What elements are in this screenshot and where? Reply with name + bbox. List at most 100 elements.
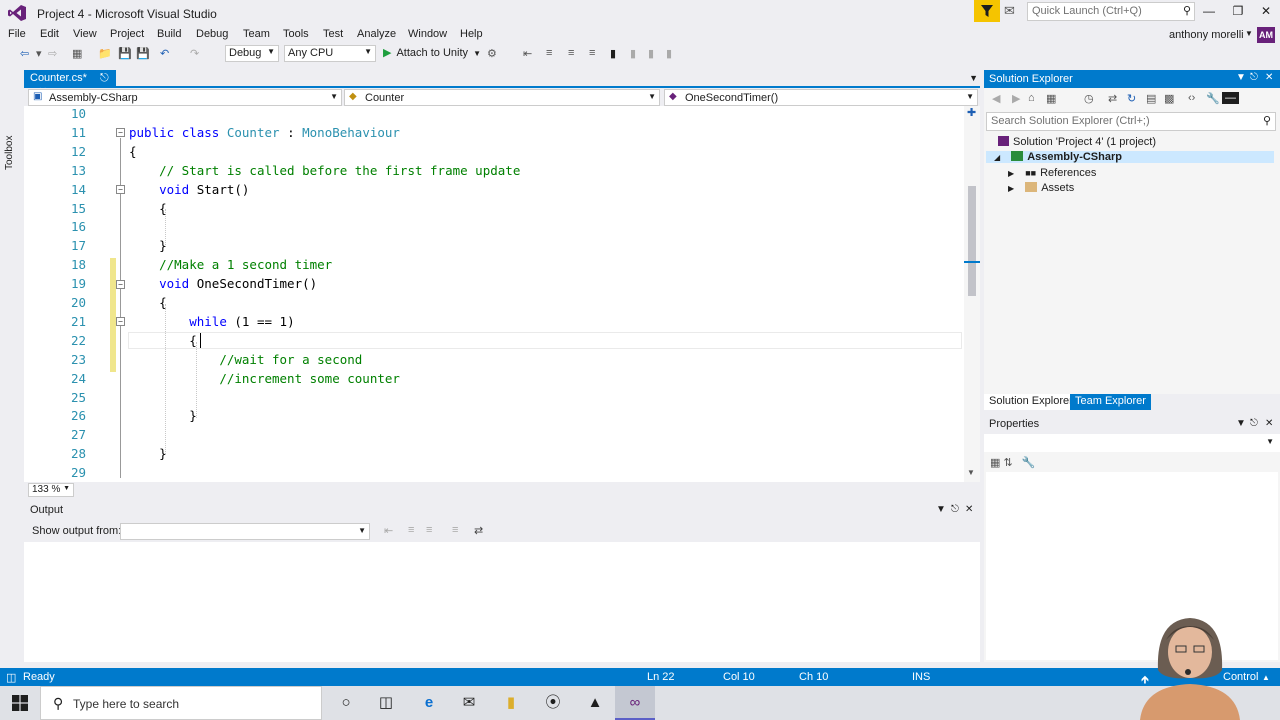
code-line[interactable]: { [129, 144, 137, 159]
forward-icon[interactable]: ⇨ [48, 47, 57, 60]
tree-project-assembly-csharp[interactable]: ◢ Assembly-CSharp [986, 151, 1274, 163]
collapse-icon[interactable]: − [116, 280, 125, 289]
code-line[interactable]: while (1 == 1) [129, 314, 294, 329]
new-project-icon[interactable]: ▦ [72, 47, 82, 60]
solution-search-input[interactable]: Search Solution Explorer (Ctrl+;) ⚲ [986, 112, 1276, 131]
tree-solution[interactable]: Solution 'Project 4' (1 project) [998, 136, 1156, 148]
chrome-icon[interactable]: ⦿ [533, 686, 573, 720]
output-close-icon[interactable]: ✕ [965, 504, 973, 515]
sync-icon[interactable]: ⇄ [1108, 92, 1117, 105]
back-icon[interactable]: ⇦ [20, 47, 29, 60]
feedback-icon[interactable]: ✉ [1004, 3, 1024, 21]
next-message-icon[interactable]: ≡ [426, 524, 432, 536]
collapse-icon[interactable]: − [116, 185, 125, 194]
se-close-icon[interactable]: ✕ [1265, 72, 1273, 83]
scrollbar-thumb[interactable] [968, 186, 976, 296]
menu-test[interactable]: Test [323, 28, 343, 40]
forward-icon[interactable]: ▶ [1012, 92, 1020, 105]
output-source-select[interactable]: ▼ [120, 523, 370, 540]
word-wrap-icon[interactable]: ⇄ [474, 524, 483, 537]
view-code-icon[interactable]: ‹› [1188, 92, 1195, 104]
windows-start-icon[interactable] [12, 695, 28, 711]
clear-bookmarks-icon[interactable]: ▮ [666, 47, 672, 60]
props-pin-icon[interactable]: ⎋ [1250, 418, 1258, 429]
refresh-icon[interactable]: ↻ [1127, 92, 1136, 105]
split-icon[interactable]: ✚ [967, 106, 976, 119]
tab-list-chevron-icon[interactable]: ▼ [969, 73, 978, 83]
find-message-icon[interactable]: ⇤ [384, 524, 393, 537]
menu-edit[interactable]: Edit [40, 28, 59, 40]
code-line[interactable]: public class Counter : MonoBehaviour [129, 125, 400, 140]
history-icon[interactable]: ◷ [1084, 92, 1094, 105]
notifications-filter-icon[interactable] [974, 0, 1000, 22]
attach-to-unity-button[interactable]: ▶ Attach to Unity ▼ [383, 46, 481, 59]
restore-button[interactable]: ❐ [1228, 4, 1248, 20]
categorized-icon[interactable]: ▦ [990, 457, 1000, 469]
prev-bookmark-icon[interactable]: ▮ [630, 47, 636, 60]
code-line[interactable]: } [129, 408, 197, 423]
clear-all-icon[interactable]: ≡ [452, 524, 458, 536]
configuration-select[interactable]: Debug ▼ [225, 45, 279, 62]
property-pages-wrench-icon[interactable]: 🔧 [1022, 457, 1036, 469]
undo-icon[interactable]: ↶ [160, 47, 169, 60]
zoom-select[interactable]: 133 % ▼ [28, 483, 74, 497]
code-line[interactable]: void Start() [129, 182, 249, 197]
se-menu-chevron-icon[interactable]: ▼ [1236, 72, 1246, 83]
code-line[interactable]: { [129, 333, 197, 348]
file-explorer-icon[interactable]: ▮ [491, 686, 531, 720]
code-line[interactable]: //wait for a second [129, 352, 362, 367]
menu-help[interactable]: Help [460, 28, 483, 40]
preview-selected-icon[interactable]: — [1222, 92, 1239, 104]
source-control-up-icon[interactable]: ▲ [1262, 673, 1270, 682]
collapsed-arrow-icon[interactable]: ▶ [1008, 169, 1014, 178]
menu-file[interactable]: File [8, 28, 26, 40]
toolbox-tab[interactable]: Toolbox [4, 136, 15, 170]
code-line[interactable]: // Start is called before the first fram… [129, 163, 520, 178]
collapse-icon[interactable]: − [116, 128, 125, 137]
code-line[interactable]: } [129, 238, 167, 253]
platform-select[interactable]: Any CPU ▼ [284, 45, 376, 62]
uncomment-icon[interactable]: ≡ [589, 47, 595, 59]
se-pin-icon[interactable]: ⎋ [1250, 72, 1258, 83]
tree-item-assets[interactable]: ▶ Assets [1008, 182, 1074, 194]
task-view-icon[interactable]: ◫ [366, 686, 406, 720]
tree-item-references[interactable]: ▶ ■■ References [1008, 167, 1096, 179]
pin-icon[interactable]: ⎋ [100, 72, 109, 84]
menu-build[interactable]: Build [157, 28, 181, 40]
project-select[interactable]: ▣ Assembly-CSharp ▼ [28, 89, 342, 106]
user-chevron-down-icon[interactable]: ▼ [1245, 29, 1253, 38]
menu-team[interactable]: Team [243, 28, 270, 40]
menu-tools[interactable]: Tools [283, 28, 309, 40]
show-all-files-icon[interactable]: ▩ [1164, 92, 1174, 105]
tab-solution-explorer[interactable]: Solution Explorer [984, 394, 1078, 410]
cortana-icon[interactable]: ○ [326, 686, 366, 720]
props-menu-chevron-icon[interactable]: ▼ [1236, 418, 1246, 429]
save-icon[interactable]: 💾 [118, 47, 132, 60]
tab-team-explorer[interactable]: Team Explorer [1070, 394, 1151, 410]
output-menu-chevron-icon[interactable]: ▼ [936, 504, 946, 515]
code-line[interactable]: } [129, 446, 167, 461]
tab-counter-cs[interactable]: Counter.cs* ⎋ ✕ [24, 70, 116, 98]
output-pin-icon[interactable]: ⎋ [951, 504, 959, 515]
taskbar-search-input[interactable]: ⚲ Type here to search [40, 686, 322, 720]
home-icon[interactable]: ⌂ [1028, 92, 1035, 104]
menu-debug[interactable]: Debug [196, 28, 228, 40]
step-icon[interactable]: ⇤ [523, 47, 532, 60]
expanded-arrow-icon[interactable]: ◢ [994, 153, 1000, 162]
editor-vertical-scrollbar[interactable]: ✚ ▼ [964, 106, 980, 482]
back-dropdown-icon[interactable]: ▾ [36, 47, 42, 60]
bookmark-icon[interactable]: ▮ [610, 47, 616, 60]
props-close-icon[interactable]: ✕ [1265, 418, 1273, 429]
collapse-icon[interactable]: − [116, 317, 125, 326]
open-folder-icon[interactable]: 📁 [98, 47, 112, 60]
code-text-area[interactable]: − − − − 10 11 public class Counter : MonoB… [24, 106, 964, 482]
menu-window[interactable]: Window [408, 28, 447, 40]
collapse-all-icon[interactable]: ▤ [1146, 92, 1156, 105]
code-line[interactable]: //increment some counter [129, 371, 400, 386]
object-select[interactable]: ▼ [984, 434, 1280, 452]
visual-studio-taskbar-icon[interactable]: ∞ [615, 686, 655, 720]
avatar[interactable]: AM [1257, 27, 1275, 43]
user-name[interactable]: anthony morelli [1169, 29, 1244, 41]
format-icon[interactable]: ≡ [546, 47, 552, 59]
alphabetical-icon[interactable]: ⇅ [1003, 457, 1012, 469]
